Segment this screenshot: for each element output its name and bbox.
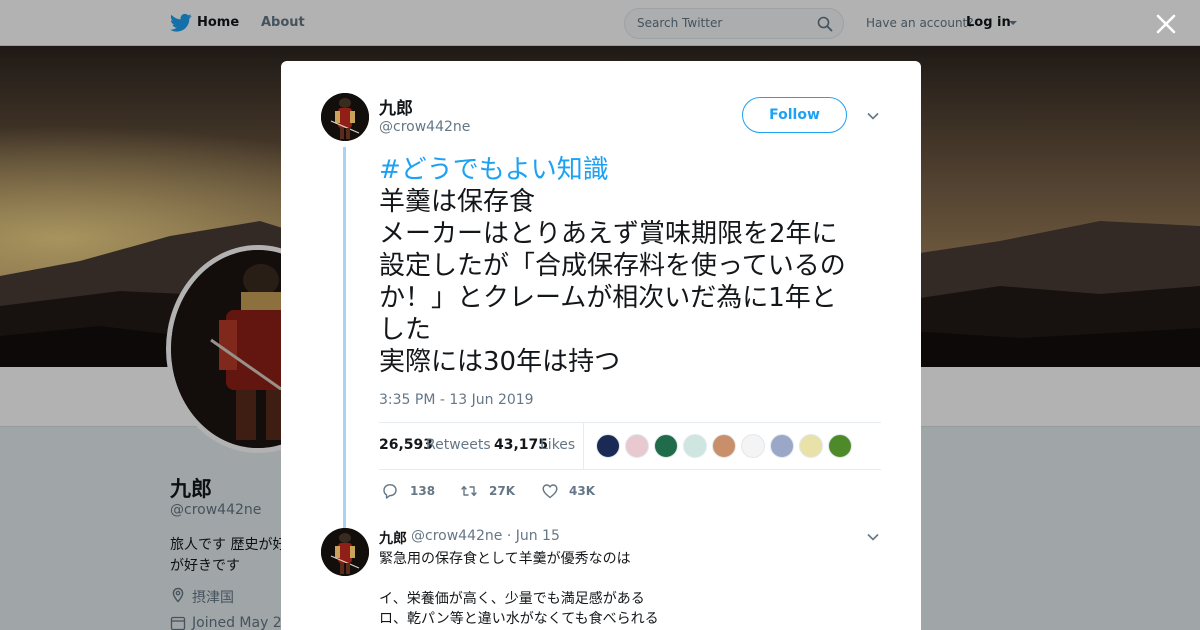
reply-icon[interactable] [381, 482, 399, 500]
retweets-count[interactable]: 26,593 [379, 437, 433, 453]
tweet-author-handle[interactable]: @crow442ne [379, 119, 470, 135]
tweet-author-avatar[interactable] [321, 93, 369, 141]
retweet-action-count[interactable]: 27K [489, 484, 515, 498]
liker-avatar[interactable] [683, 434, 707, 458]
divider [379, 469, 881, 470]
chevron-down-icon[interactable] [867, 112, 879, 120]
liker-avatar[interactable] [770, 434, 794, 458]
tweet-text-line: した [379, 315, 432, 345]
liker-avatar[interactable] [654, 434, 678, 458]
reply-count[interactable]: 138 [410, 484, 435, 498]
liker-avatar[interactable] [712, 434, 736, 458]
tweet-author-name[interactable]: 九郎 [379, 94, 413, 119]
retweet-icon[interactable] [460, 482, 478, 500]
divider [583, 422, 584, 469]
divider [379, 422, 881, 423]
close-icon[interactable] [1155, 13, 1177, 35]
reply-text-line: イ、栄養価が高く、少量でも満足感がある [379, 591, 645, 607]
reply-author-avatar[interactable] [321, 528, 369, 576]
tweet-text-line: 設定したが「合成保存料を使っているの [379, 251, 846, 281]
liker-avatar[interactable] [741, 434, 765, 458]
tweet-timestamp[interactable]: 3:35 PM - 13 Jun 2019 [379, 392, 534, 408]
reply-author-meta[interactable]: @crow442ne · Jun 15 [411, 528, 560, 544]
liker-avatar[interactable] [799, 434, 823, 458]
chevron-down-icon[interactable] [867, 533, 879, 541]
heart-icon[interactable] [541, 482, 559, 500]
tweet-text-line: メーカーはとりあえず賞味期限を2年に [379, 219, 838, 249]
liker-avatar[interactable] [596, 434, 620, 458]
reply-author-name[interactable]: 九郎 [379, 528, 407, 548]
retweets-label[interactable]: Retweets [426, 437, 491, 453]
tweet-text-line: か！」とクレームが相次いだ為に1年と [379, 283, 837, 313]
reply-text-line: 緊急用の保存食として羊羹が優秀なのは [379, 551, 631, 567]
reply-text-line: ロ、乾パン等と違い水がなくても食べられる [379, 611, 659, 627]
tweet-modal: 九郎 @crow442ne Follow #どうでもよい知識 羊羹は保存食 メー… [281, 61, 921, 630]
liker-avatar[interactable] [625, 434, 649, 458]
tweet-text-line: 羊羹は保存食 [379, 187, 536, 217]
likes-label[interactable]: Likes [540, 437, 575, 453]
like-action-count[interactable]: 43K [569, 484, 595, 498]
tweet-text-line: 実際には30年は持つ [379, 347, 621, 377]
follow-button[interactable]: Follow [742, 97, 847, 133]
liker-avatar[interactable] [828, 434, 852, 458]
tweet-hashtag-link[interactable]: #どうでもよい知識 [379, 154, 899, 186]
thread-connector-line [343, 147, 346, 530]
